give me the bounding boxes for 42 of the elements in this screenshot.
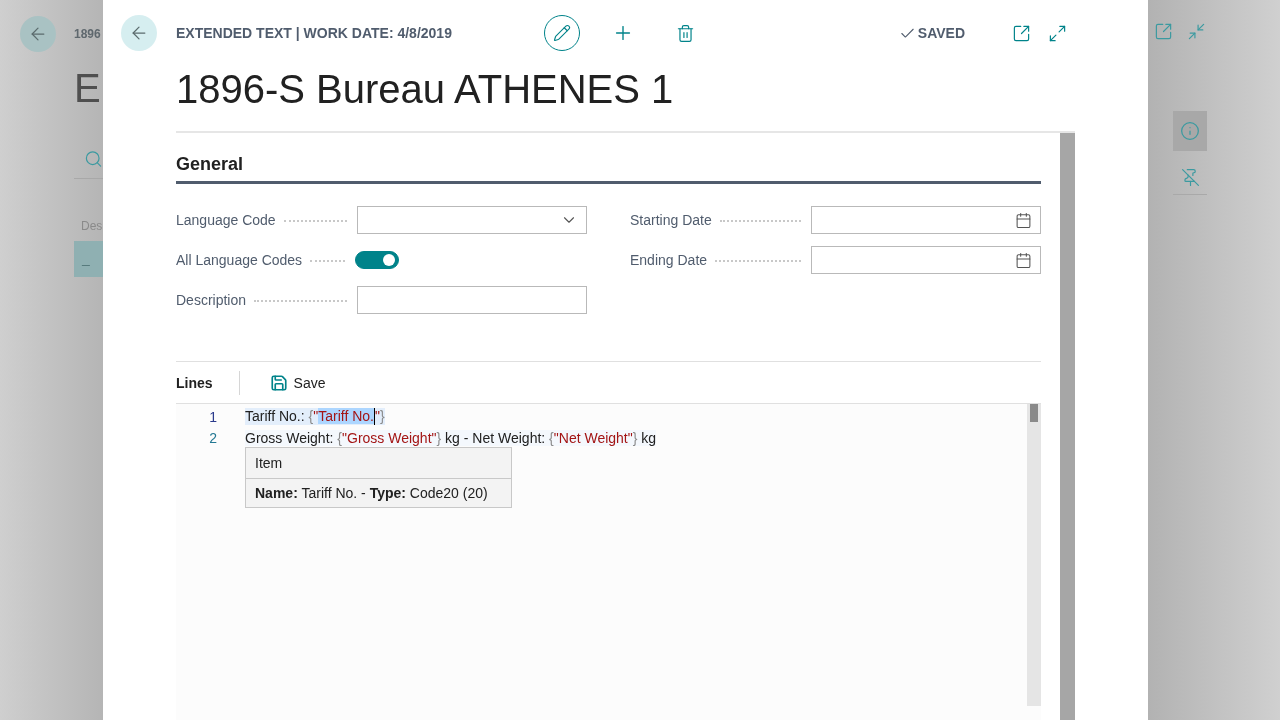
search-icon	[84, 149, 103, 169]
editor-scrollbar[interactable]	[1027, 404, 1041, 706]
info-icon	[1180, 121, 1200, 141]
selected-row[interactable]: _	[74, 241, 103, 277]
toggle-switch[interactable]	[355, 251, 399, 269]
language-code-dropdown[interactable]	[357, 206, 587, 234]
date-input[interactable]	[811, 206, 1041, 234]
page-caption: 1896	[74, 27, 101, 41]
edit-button[interactable]	[544, 15, 580, 51]
pin-off-icon	[1180, 168, 1200, 187]
popup-detail: Name: Tariff No. - Type: Code20 (20)	[254, 484, 489, 503]
lines-heading: Lines	[176, 370, 240, 395]
popup-header: Item	[246, 448, 511, 479]
pencil-icon	[553, 24, 571, 42]
info-button[interactable]	[1173, 111, 1207, 151]
calendar-icon	[1015, 211, 1032, 229]
section-heading[interactable]: General	[176, 153, 1041, 184]
dialog-caption: EXTENDED TEXT | WORK DATE: 4/8/2019	[176, 25, 453, 41]
date-input[interactable]	[811, 246, 1041, 274]
collapse-icon	[1187, 22, 1206, 41]
dialog-title: 1896-S Bureau ATHENES 1	[176, 66, 675, 113]
field-label: Ending Date	[630, 252, 708, 268]
field-label: Description	[176, 292, 247, 308]
save-button[interactable]: Save	[269, 373, 326, 392]
row-text: _	[82, 251, 90, 267]
open-window-icon	[1154, 22, 1173, 41]
open-window-icon	[1011, 23, 1031, 43]
line-number: 1	[208, 408, 218, 425]
expand-icon	[1047, 23, 1067, 43]
field-label: All Language Codes	[176, 252, 303, 268]
status-text: SAVED	[917, 25, 965, 41]
back-button[interactable]	[121, 15, 157, 51]
line-number: 2	[208, 429, 218, 446]
calendar-icon	[1015, 251, 1032, 269]
trash-icon	[675, 23, 695, 43]
field-label: Language Code	[176, 212, 276, 228]
description-input[interactable]	[357, 286, 587, 314]
scrollbar[interactable]	[1060, 133, 1075, 720]
save-icon	[269, 373, 288, 392]
field-label: Starting Date	[630, 212, 712, 228]
page-title: E	[74, 66, 101, 110]
back-button[interactable]	[20, 16, 56, 52]
